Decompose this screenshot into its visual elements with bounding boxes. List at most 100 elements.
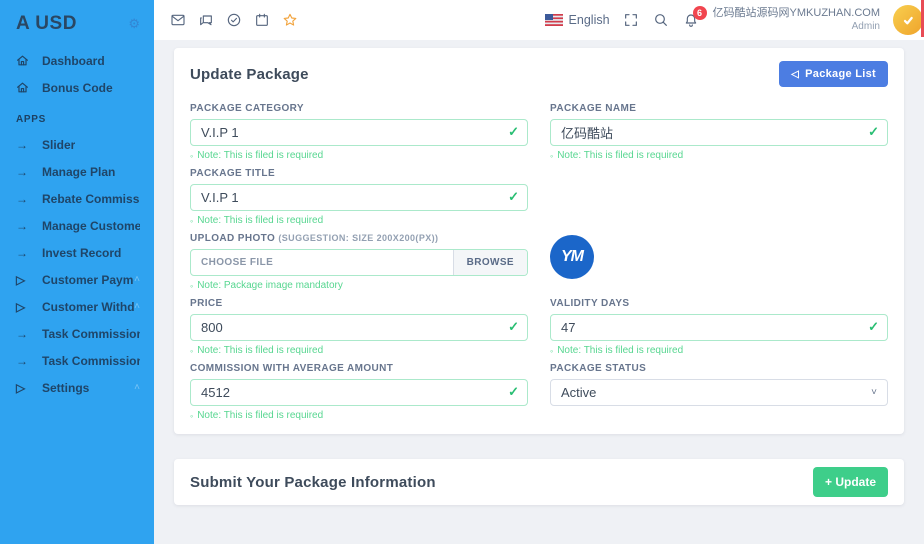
arrow-right-icon: → <box>16 165 31 179</box>
package-category-input[interactable] <box>190 119 528 146</box>
field-label: PACKAGE STATUS <box>550 363 888 374</box>
sidebar-item-customer-payments[interactable]: ▷ Customer Payments ˄ <box>0 266 154 293</box>
sidebar-item-task-commission[interactable]: → Task Commission <box>0 320 154 347</box>
user-menu[interactable]: 亿码酷站源码网YMKUZHAN.COM Admin <box>713 7 880 33</box>
sidebar-item-bonus-code[interactable]: Bonus Code <box>0 74 154 101</box>
chevron-up-icon: ˄ <box>134 274 140 285</box>
sidebar-item-manage-plan[interactable]: → Manage Plan <box>0 158 154 185</box>
package-title-input[interactable] <box>190 184 528 211</box>
sidebar-item-label: Manage Plan <box>42 165 115 179</box>
field-label: PACKAGE CATEGORY <box>190 103 528 114</box>
sidebar-item-task-commission-request[interactable]: → Task Commission Reques <box>0 347 154 374</box>
commission-input[interactable] <box>190 379 528 406</box>
sidebar-item-invest-record[interactable]: → Invest Record <box>0 239 154 266</box>
spacer <box>550 168 888 233</box>
package-logo: YM <box>550 235 594 279</box>
search-icon[interactable] <box>653 12 670 29</box>
sidebar-item-label: Dashboard <box>42 54 105 68</box>
field-label: PACKAGE NAME <box>550 103 888 114</box>
chat-icon[interactable] <box>198 12 215 29</box>
language-label: English <box>569 13 610 27</box>
language-selector[interactable]: English <box>545 13 610 27</box>
sidebar-item-dashboard[interactable]: Dashboard <box>0 47 154 74</box>
sidebar-item-label: Customer Payments <box>42 273 134 287</box>
dot-icon: ◦ <box>190 411 193 421</box>
sidebar-item-label: Slider <box>42 138 75 152</box>
notification-badge: 6 <box>693 6 707 20</box>
field-note: ◦Note: This is filed is required <box>550 150 888 161</box>
validity-days-input[interactable] <box>550 314 888 341</box>
fullscreen-icon[interactable] <box>623 12 640 29</box>
sidebar-item-label: Invest Record <box>42 246 121 260</box>
update-package-card: Update Package ◁ Package List PACKAGE CA… <box>174 48 904 434</box>
field-commission: COMMISSION WITH AVERAGE AMOUNT ✓ ◦Note: … <box>190 363 528 421</box>
chevron-down-icon: ˅ <box>871 387 877 398</box>
field-label: PACKAGE TITLE <box>190 168 528 179</box>
sidebar-item-customer-withdraws[interactable]: ▷ Customer Withdraws ˄ <box>0 293 154 320</box>
star-icon[interactable] <box>282 12 299 29</box>
field-label: VALIDITY DAYS <box>550 298 888 309</box>
browse-button[interactable]: BROWSE <box>453 250 527 275</box>
check-circle-icon[interactable] <box>226 12 243 29</box>
sidebar-item-rebate-commission[interactable]: → Rebate Commission <box>0 185 154 212</box>
package-list-button[interactable]: ◁ Package List <box>779 61 888 87</box>
field-upload-photo: UPLOAD PHOTO (SUGGESTION: SIZE 200X200(P… <box>190 233 528 291</box>
sidebar-section-apps: APPS <box>0 101 154 131</box>
gear-icon[interactable]: ⚙ <box>128 16 140 32</box>
user-role: Admin <box>713 21 880 34</box>
sidebar-item-label: Bonus Code <box>42 81 113 95</box>
sidebar-item-label: Rebate Commission <box>42 192 140 206</box>
field-note: ◦Note: This is filed is required <box>190 410 528 421</box>
chevron-up-icon: ˄ <box>134 382 140 393</box>
submit-card: Submit Your Package Information + Update <box>174 459 904 505</box>
mail-icon[interactable] <box>170 12 187 29</box>
dot-icon: ◦ <box>190 216 193 226</box>
arrow-right-icon: → <box>16 192 31 206</box>
field-price: PRICE ✓ ◦Note: This is filed is required <box>190 298 528 356</box>
sidebar-item-label: Settings <box>42 381 89 395</box>
field-package-title: PACKAGE TITLE ✓ ◦Note: This is filed is … <box>190 168 528 226</box>
play-icon: ▷ <box>16 300 31 314</box>
sidebar: A USD ⚙ Dashboard Bonus Code APPS → Slid… <box>0 0 154 544</box>
file-upload-input[interactable]: CHOOSE FILE BROWSE <box>190 249 528 276</box>
sidebar-item-label: Customer Withdraws <box>42 300 134 314</box>
sidebar-item-settings[interactable]: ▷ Settings ˄ <box>0 374 154 401</box>
field-validity-days: VALIDITY DAYS ✓ ◦Note: This is filed is … <box>550 298 888 356</box>
submit-title: Submit Your Package Information <box>190 474 436 491</box>
sidebar-item-label: Task Commission Reques <box>42 354 140 368</box>
field-label: PRICE <box>190 298 528 309</box>
field-package-name: PACKAGE NAME ✓ ◦Note: This is filed is r… <box>550 103 888 161</box>
avatar[interactable] <box>893 5 923 35</box>
home-icon <box>16 54 31 67</box>
field-note: ◦Note: This is filed is required <box>190 345 528 356</box>
calendar-icon[interactable] <box>254 12 271 29</box>
notifications-bell[interactable]: 6 <box>683 12 700 29</box>
field-note: ◦Note: Package image mandatory <box>190 280 528 291</box>
upload-suggestion: (SUGGESTION: SIZE 200X200(PX)) <box>278 233 438 243</box>
field-label: UPLOAD PHOTO (SUGGESTION: SIZE 200X200(P… <box>190 233 528 244</box>
arrow-right-icon: → <box>16 138 31 152</box>
topbar: English 6 亿码酷站源码网YMKUZHAN.COM Admin <box>154 0 924 40</box>
sidebar-header: A USD ⚙ <box>0 0 154 47</box>
page-content: Update Package ◁ Package List PACKAGE CA… <box>154 40 924 505</box>
arrow-right-icon: → <box>16 327 31 341</box>
play-icon: ▷ <box>16 273 31 287</box>
sidebar-item-manage-customers[interactable]: → Manage Customers <box>0 212 154 239</box>
dot-icon: ◦ <box>550 151 553 161</box>
price-input[interactable] <box>190 314 528 341</box>
sidebar-item-label: Manage Customers <box>42 219 140 233</box>
brand-logo: A USD <box>16 13 77 35</box>
package-name-input[interactable] <box>550 119 888 146</box>
dot-icon: ◦ <box>190 281 193 291</box>
selected-status: Active <box>561 385 596 400</box>
sidebar-item-slider[interactable]: → Slider <box>0 131 154 158</box>
back-arrow-icon: ◁ <box>791 69 799 80</box>
field-label: COMMISSION WITH AVERAGE AMOUNT <box>190 363 528 374</box>
choose-file-placeholder: CHOOSE FILE <box>191 250 453 275</box>
chevron-up-icon: ˄ <box>134 301 140 312</box>
package-status-select[interactable]: Active ˅ <box>550 379 888 406</box>
sidebar-item-label: Task Commission <box>42 327 140 341</box>
update-button[interactable]: + Update <box>813 467 888 497</box>
package-list-label: Package List <box>805 68 876 80</box>
field-package-category: PACKAGE CATEGORY ✓ ◦Note: This is filed … <box>190 103 528 161</box>
